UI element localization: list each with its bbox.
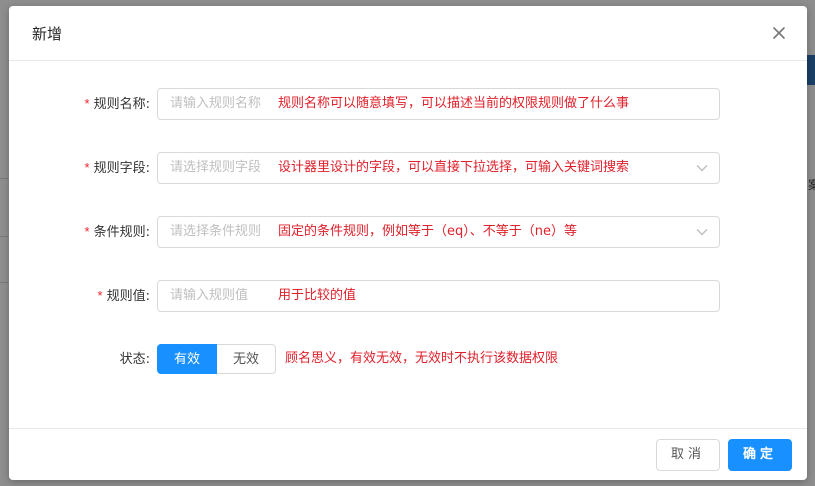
confirm-button[interactable]: 确定	[728, 439, 792, 471]
rule-name-annotation: 规则名称可以随意填写，可以描述当前的权限规则做了什么事	[278, 96, 630, 111]
required-mark: *	[97, 288, 103, 303]
rule-name-input[interactable]: 请输入规则名称 规则名称可以随意填写，可以描述当前的权限规则做了什么事	[157, 88, 720, 120]
status-toggle: 有效 无效	[157, 344, 276, 374]
condition-rule-label: * 条件规则:	[84, 224, 150, 240]
status-option-invalid[interactable]: 无效	[217, 344, 276, 374]
required-mark: *	[84, 224, 90, 239]
rule-value-annotation: 用于比较的值	[278, 288, 357, 303]
status-annotation: 顾名思义，有效无效，无效时不执行该数据权限	[285, 351, 559, 366]
rule-field-select[interactable]: 请选择规则字段 设计器里设计的字段，可以直接下拉选择，可输入关键词搜索	[157, 152, 720, 184]
form-row-rule-name: * 规则名称: 请输入规则名称 规则名称可以随意填写，可以描述当前的权限规则做了什…	[9, 88, 807, 120]
background-divider	[0, 236, 8, 237]
rule-field-placeholder: 请选择规则字段	[170, 160, 262, 175]
modal-header: 新增	[9, 6, 807, 61]
chevron-down-icon[interactable]	[696, 163, 708, 173]
condition-rule-annotation: 固定的条件规则，例如等于（eq）、不等于（ne）等	[278, 224, 577, 239]
cancel-button[interactable]: 取消	[656, 439, 720, 471]
rule-name-label: * 规则名称:	[84, 96, 150, 112]
rule-value-input[interactable]: 请输入规则值 用于比较的值	[157, 280, 720, 312]
background-text: 案	[808, 178, 815, 192]
add-rule-dialog: 新增 * 规则名称: 请输入规则名称 规则名称可以随意填写，可以描述当前的权限规则…	[9, 6, 807, 480]
modal-title: 新增	[32, 25, 63, 43]
condition-rule-select[interactable]: 请选择条件规则 固定的条件规则，例如等于（eq）、不等于（ne）等	[157, 216, 720, 248]
form-row-condition-rule: * 条件规则: 请选择条件规则 固定的条件规则，例如等于（eq）、不等于（ne）等	[9, 216, 807, 248]
rule-value-label: * 规则值:	[97, 288, 150, 304]
status-label: 状态:	[119, 352, 150, 367]
background-divider	[0, 178, 8, 179]
form-row-rule-value: * 规则值: 请输入规则值 用于比较的值	[9, 280, 807, 312]
rule-field-label: * 规则字段:	[84, 160, 150, 176]
rule-value-placeholder: 请输入规则值	[170, 288, 249, 303]
required-mark: *	[84, 160, 90, 175]
close-icon[interactable]	[771, 25, 787, 41]
rule-name-placeholder: 请输入规则名称	[170, 96, 262, 111]
chevron-down-icon[interactable]	[696, 227, 708, 237]
background-divider	[0, 282, 8, 283]
required-mark: *	[84, 96, 90, 111]
form-row-status: 状态: 有效 无效 顾名思义，有效无效，无效时不执行该数据权限	[9, 344, 807, 376]
modal-footer: 取消 确定	[9, 428, 807, 481]
status-option-valid[interactable]: 有效	[157, 344, 217, 374]
form-row-rule-field: * 规则字段: 请选择规则字段 设计器里设计的字段，可以直接下拉选择，可输入关键词…	[9, 152, 807, 184]
condition-rule-placeholder: 请选择条件规则	[170, 224, 262, 239]
rule-field-annotation: 设计器里设计的字段，可以直接下拉选择，可输入关键词搜索	[278, 160, 630, 175]
